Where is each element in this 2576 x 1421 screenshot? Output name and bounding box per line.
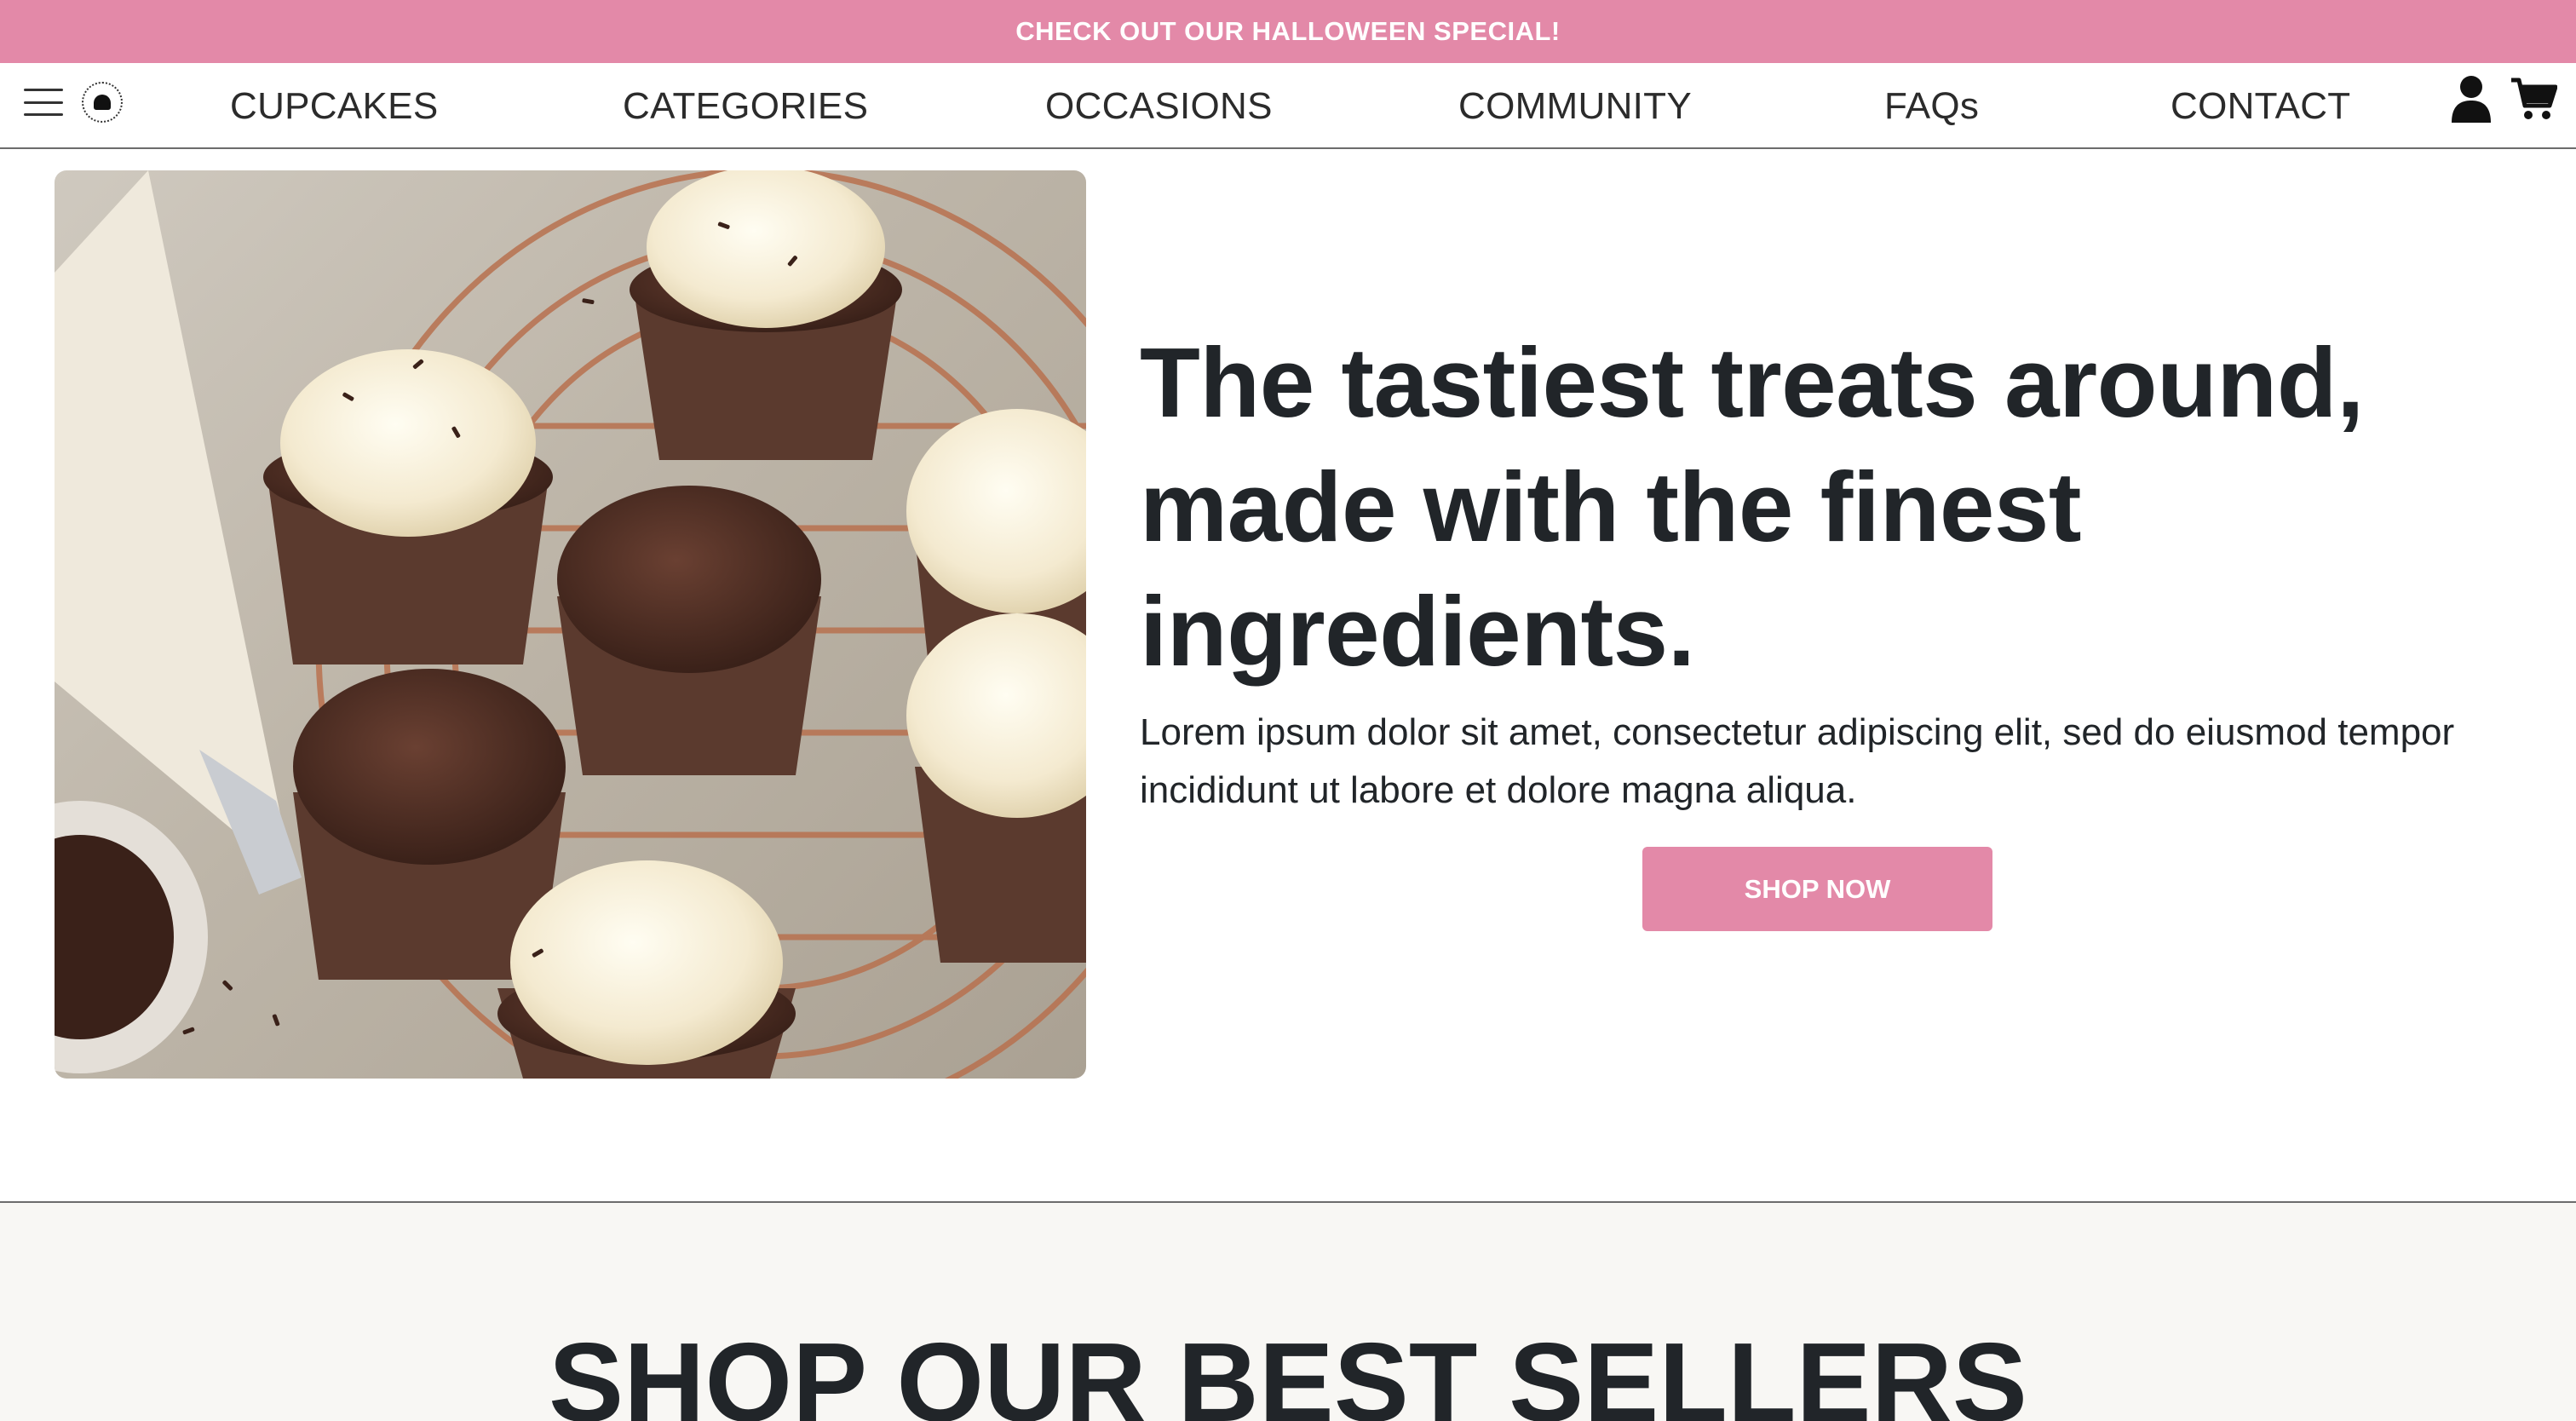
nav-item-community[interactable]: COMMUNITY (1458, 85, 1692, 128)
promo-banner[interactable]: CHECK OUT OUR HALLOWEEN SPECIAL! (0, 0, 2576, 63)
promo-text[interactable]: CHECK OUT OUR HALLOWEEN SPECIAL! (1015, 16, 1560, 47)
nav-item-occasions[interactable]: OCCASIONS (1045, 85, 1273, 128)
cupcakes-photo (55, 170, 1086, 1079)
best-sellers-heading: SHOP OUR BEST SELLERS (549, 1320, 2027, 1421)
nav-item-contact[interactable]: CONTACT (2171, 85, 2351, 128)
hero-headline: The tastiest treats around, made with th… (1140, 327, 2364, 687)
shop-now-button[interactable]: SHOP NOW (1642, 847, 1992, 931)
user-icon[interactable] (2450, 75, 2493, 123)
nav-item-categories[interactable]: CATEGORIES (623, 85, 868, 128)
best-sellers-section: SHOP OUR BEST SELLERS (0, 1201, 2576, 1421)
hero-cupcakes-image (55, 170, 1086, 1079)
nav-item-faqs[interactable]: FAQs (1884, 85, 1979, 128)
nav-item-cupcakes[interactable]: CUPCAKES (230, 85, 438, 128)
hamburger-icon[interactable] (24, 85, 63, 119)
hero-description: Lorem ipsum dolor sit amet, consectetur … (1140, 711, 2455, 811)
cupcake-logo[interactable] (82, 82, 123, 123)
cart-icon[interactable] (2510, 77, 2557, 121)
main-navbar: CUPCAKES CATEGORIES OCCASIONS COMMUNITY … (0, 63, 2576, 149)
